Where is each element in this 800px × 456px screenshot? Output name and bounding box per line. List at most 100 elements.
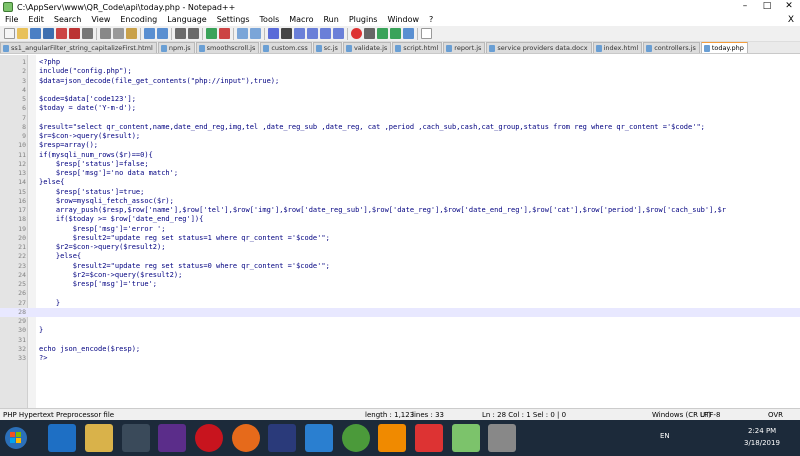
menu-window[interactable]: Window xyxy=(382,14,424,26)
menu-view[interactable]: View xyxy=(86,14,115,26)
close-document-button[interactable]: X xyxy=(788,14,794,26)
internet-explorer-icon[interactable] xyxy=(48,424,76,452)
code-line[interactable]: 7 xyxy=(0,114,800,123)
code-line[interactable]: 17 array_push($resp,$row['name'],$row['t… xyxy=(0,206,800,215)
tab-document[interactable]: controllers.js xyxy=(643,42,700,53)
code-line[interactable]: 31 xyxy=(0,336,800,345)
print-icon[interactable] xyxy=(82,28,93,39)
zoom-out-icon[interactable] xyxy=(219,28,230,39)
sync-horizontal-icon[interactable] xyxy=(250,28,261,39)
menu-encoding[interactable]: Encoding xyxy=(115,14,162,26)
tab-document[interactable]: validate.js xyxy=(342,42,392,53)
firefox-icon[interactable] xyxy=(232,424,260,452)
code-line[interactable]: 5 $code=$data['code123']; xyxy=(0,95,800,104)
code-line[interactable]: 14}else{ xyxy=(0,178,800,187)
code-line[interactable]: 19 $resp['msg']='error '; xyxy=(0,225,800,234)
code-line[interactable]: 13 $resp['msg']='no data match'; xyxy=(0,169,800,178)
clock-date[interactable]: 3/18/2019 xyxy=(744,439,780,447)
tab-document[interactable]: index.html xyxy=(592,42,643,53)
vlc-icon[interactable] xyxy=(378,424,406,452)
vscode-icon[interactable] xyxy=(305,424,333,452)
code-line[interactable]: 23 $result2="update reg set status=0 whe… xyxy=(0,262,800,271)
tab-document[interactable]: smoothscroll.js xyxy=(195,42,260,53)
file-explorer-icon[interactable] xyxy=(85,424,113,452)
copy-icon[interactable] xyxy=(113,28,124,39)
code-line[interactable]: 25 $resp['msg']='true'; xyxy=(0,280,800,289)
close-button[interactable]: ✕ xyxy=(778,0,800,14)
close-all-icon[interactable] xyxy=(69,28,80,39)
show-all-chars-icon[interactable] xyxy=(281,28,292,39)
save-all-icon[interactable] xyxy=(43,28,54,39)
opera-icon[interactable] xyxy=(195,424,223,452)
code-line[interactable]: 24 $r2=$con->query($result2); xyxy=(0,271,800,280)
find-icon[interactable] xyxy=(175,28,186,39)
media-player-icon[interactable] xyxy=(122,424,150,452)
spell-check-icon[interactable] xyxy=(421,28,432,39)
code-line[interactable]: 21 $r2=$con->query($result2); xyxy=(0,243,800,252)
save-icon[interactable] xyxy=(30,28,41,39)
windows-start-icon[interactable] xyxy=(4,426,28,450)
menu-plugins[interactable]: Plugins xyxy=(344,14,383,26)
sync-vertical-icon[interactable] xyxy=(237,28,248,39)
code-line[interactable]: 29 xyxy=(0,317,800,326)
code-line[interactable]: 16 $row=mysqli_fetch_assoc($r); xyxy=(0,197,800,206)
code-line[interactable]: 26 xyxy=(0,289,800,298)
menu-tools[interactable]: Tools xyxy=(255,14,285,26)
menu-macro[interactable]: Macro xyxy=(284,14,318,26)
redo-icon[interactable] xyxy=(157,28,168,39)
app-icon[interactable] xyxy=(268,424,296,452)
tab-document[interactable]: ss1_angularFilter_string_capitalizeFirst… xyxy=(0,42,157,53)
code-line[interactable]: 15 $resp['status']=true; xyxy=(0,188,800,197)
run-macro-multiple-icon[interactable] xyxy=(390,28,401,39)
code-line[interactable]: 18 if($today >= $row['date_end_reg']){ xyxy=(0,215,800,224)
code-line[interactable]: 22 }else{ xyxy=(0,252,800,261)
settings-icon[interactable] xyxy=(488,424,516,452)
save-macro-icon[interactable] xyxy=(403,28,414,39)
record-macro-icon[interactable] xyxy=(351,28,362,39)
code-line[interactable]: 10 $resp=array(); xyxy=(0,141,800,150)
cut-icon[interactable] xyxy=(100,28,111,39)
language-indicator[interactable]: EN xyxy=(660,432,670,440)
minimize-button[interactable]: – xyxy=(734,0,756,14)
notepadpp-taskbar-icon[interactable] xyxy=(452,424,480,452)
tab-document[interactable]: npm.js xyxy=(157,42,195,53)
tab-document[interactable]: service providers data.docx xyxy=(486,42,592,53)
tab-document[interactable]: script.html xyxy=(392,42,443,53)
menu-run[interactable]: Run xyxy=(318,14,343,26)
word-wrap-icon[interactable] xyxy=(268,28,279,39)
code-line[interactable]: 6 $today = date('Y-m-d'); xyxy=(0,104,800,113)
code-line[interactable]: 4 xyxy=(0,86,800,95)
tab-document-active[interactable]: today.php xyxy=(700,42,748,53)
code-line[interactable]: 20 $result2="update reg set status=1 whe… xyxy=(0,234,800,243)
code-line[interactable]: 2 include("config.php"); xyxy=(0,67,800,76)
code-line[interactable]: 28 xyxy=(0,307,800,317)
play-macro-icon[interactable] xyxy=(377,28,388,39)
code-area[interactable]: 1 <?php 2 include("config.php"); 3 $data=json… xyxy=(0,58,800,363)
code-line[interactable]: 30} xyxy=(0,326,800,335)
folder-workspace-icon[interactable] xyxy=(333,28,344,39)
code-line[interactable]: 32 echo json_encode($resp); xyxy=(0,345,800,354)
menu-language[interactable]: Language xyxy=(162,14,211,26)
code-line[interactable]: 33 ?> xyxy=(0,354,800,363)
tab-document[interactable]: sc.js xyxy=(312,42,342,53)
replace-icon[interactable] xyxy=(188,28,199,39)
code-line[interactable]: 9 $r=$con->query($result); xyxy=(0,132,800,141)
phpstorm-icon[interactable] xyxy=(158,424,186,452)
code-line[interactable]: 27 } xyxy=(0,299,800,308)
menu-edit[interactable]: Edit xyxy=(23,14,49,26)
paste-icon[interactable] xyxy=(126,28,137,39)
tab-document[interactable]: report.js xyxy=(443,42,486,53)
function-list-icon[interactable] xyxy=(320,28,331,39)
code-line[interactable]: 3 $data=json_decode(file_get_contents("ph… xyxy=(0,77,800,86)
tab-document[interactable]: custom.css xyxy=(260,42,312,53)
code-line[interactable]: 1 <?php xyxy=(0,58,800,67)
close-file-icon[interactable] xyxy=(56,28,67,39)
code-line[interactable]: 8 $result="select qr_content,name,date_en… xyxy=(0,123,800,132)
undo-icon[interactable] xyxy=(144,28,155,39)
open-file-icon[interactable] xyxy=(17,28,28,39)
code-line[interactable]: 12 $resp['status']=false; xyxy=(0,160,800,169)
menu-file[interactable]: File xyxy=(0,14,23,26)
code-line[interactable]: 11 if(mysqli_num_rows($r)==0){ xyxy=(0,151,800,160)
code-editor[interactable]: 1 <?php 2 include("config.php"); 3 $data=json… xyxy=(0,55,800,408)
menu-settings[interactable]: Settings xyxy=(212,14,255,26)
